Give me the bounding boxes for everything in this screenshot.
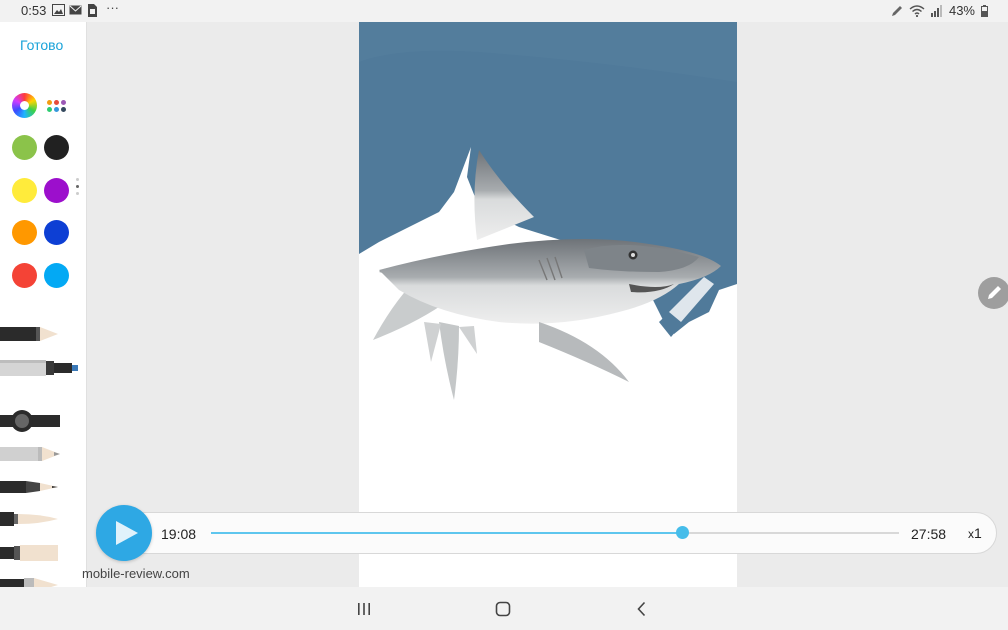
status-bar: 0:53 ··· 43% xyxy=(0,0,1008,22)
progress-track[interactable] xyxy=(211,526,899,539)
wifi-icon xyxy=(909,4,925,17)
color-swatch-light-blue[interactable] xyxy=(44,263,69,288)
signal-icon xyxy=(930,4,942,17)
recent-apps-icon[interactable] xyxy=(352,597,376,621)
progress-thumb[interactable] xyxy=(675,526,689,539)
ink-brush-icon[interactable] xyxy=(0,504,82,534)
image-icon xyxy=(52,4,65,16)
status-time: 0:53 xyxy=(21,3,47,18)
navigation-bar xyxy=(0,587,1008,630)
battery-icon xyxy=(981,4,988,17)
color-swatch-orange[interactable] xyxy=(12,220,37,245)
color-wheel-icon[interactable] xyxy=(12,93,37,118)
calligraphy-brush-icon[interactable] xyxy=(0,406,82,436)
play-icon xyxy=(116,521,138,545)
mail-icon xyxy=(69,5,82,15)
palette-icon[interactable] xyxy=(47,100,67,112)
pencil-icon xyxy=(988,286,1001,299)
marker-brush-icon[interactable] xyxy=(0,353,82,383)
tool-panel: Готово xyxy=(0,22,87,592)
fountain-pen-brush-icon[interactable] xyxy=(0,472,82,502)
total-time: 27:58 xyxy=(911,526,947,542)
progress-fill xyxy=(211,532,682,534)
battery-level: 43% xyxy=(948,3,975,18)
current-time: 19:08 xyxy=(161,526,197,542)
pencil-brush-icon[interactable] xyxy=(0,439,82,469)
pen-icon xyxy=(891,5,902,16)
drawing-canvas[interactable] xyxy=(359,22,737,587)
home-icon[interactable] xyxy=(491,597,515,621)
palette-page-indicator xyxy=(76,178,79,199)
speed-button[interactable]: x1 xyxy=(968,525,982,541)
back-icon[interactable] xyxy=(630,597,654,621)
play-button[interactable] xyxy=(96,505,152,561)
done-button[interactable]: Готово xyxy=(20,37,63,53)
more-dots-icon: ··· xyxy=(106,0,119,15)
color-swatch-black[interactable] xyxy=(44,135,69,160)
edit-button[interactable] xyxy=(978,277,1008,309)
shark-drawing xyxy=(359,22,737,400)
color-swatch-red[interactable] xyxy=(12,263,37,288)
flat-brush-icon[interactable] xyxy=(0,538,82,568)
watermark: mobile-review.com xyxy=(82,566,190,581)
color-swatch-blue[interactable] xyxy=(44,220,69,245)
color-swatch-green[interactable] xyxy=(12,135,37,160)
speed-value: 1 xyxy=(974,525,982,541)
color-swatch-yellow[interactable] xyxy=(12,178,37,203)
sim-card-icon xyxy=(88,4,97,17)
pen-brush-icon[interactable] xyxy=(0,319,82,349)
color-swatch-purple[interactable] xyxy=(44,178,69,203)
